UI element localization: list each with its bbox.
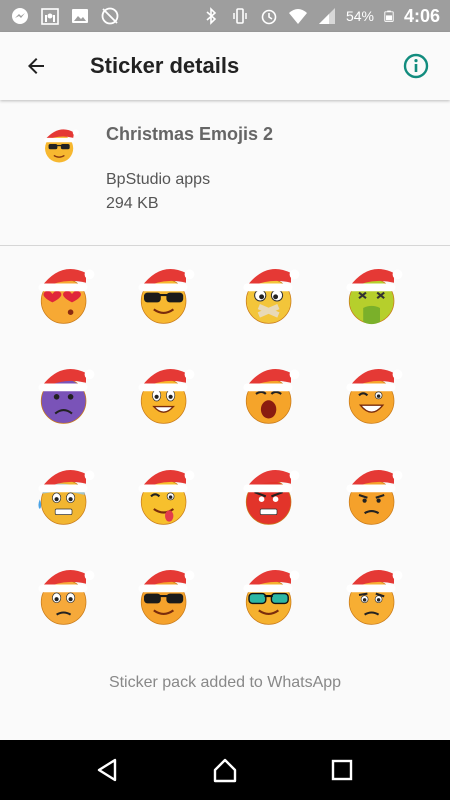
nav-home-button[interactable] (201, 746, 249, 794)
pack-publisher: BpStudio apps (106, 171, 211, 188)
nav-back-button[interactable] (84, 746, 132, 794)
arrow-left-icon (28, 58, 44, 74)
status-notifications (10, 6, 120, 26)
nav-recent-button[interactable] (318, 746, 366, 794)
image-icon (72, 9, 88, 23)
back-button[interactable] (8, 38, 64, 94)
sticker-confused[interactable] (338, 560, 408, 630)
sticker-sick-green[interactable] (338, 259, 408, 329)
info-circle-icon (403, 53, 429, 79)
messenger-icon (12, 8, 28, 24)
square-recent-icon (331, 759, 352, 781)
status-system: 54% 4:06 (201, 6, 440, 27)
status-bar: 54% 4:06 (0, 0, 450, 32)
sticker-worried[interactable] (30, 560, 100, 630)
bluetooth-icon (206, 7, 217, 25)
app-bar: Sticker details (0, 32, 450, 100)
battery-percent: 54% (345, 8, 374, 24)
mosque-icon (41, 8, 59, 25)
pack-size: 294 KB (106, 195, 159, 212)
clock: 4:06 (403, 5, 440, 26)
sticker-tongue-out[interactable] (130, 460, 200, 530)
triangle-back-icon (98, 758, 117, 782)
sticker-taped-mouth[interactable] (235, 259, 305, 329)
globe-off-icon (101, 7, 119, 25)
navigation-bar (0, 740, 450, 800)
home-icon (213, 758, 237, 783)
sticker-frown[interactable] (338, 460, 408, 530)
sticker-heart-eyes[interactable] (30, 259, 100, 329)
sticker-teal-shades[interactable] (235, 560, 305, 630)
sticker-wink-laugh[interactable] (338, 359, 408, 429)
sticker-grid (0, 247, 450, 657)
info-button[interactable] (394, 44, 438, 88)
sticker-screaming[interactable] (235, 359, 305, 429)
page-title: Sticker details (90, 53, 240, 78)
vibrate-icon (233, 8, 247, 24)
signal-icon (318, 8, 335, 24)
alarm-icon (261, 9, 277, 25)
pack-name: Christmas Emojis 2 (106, 124, 274, 144)
wifi-icon (288, 9, 307, 24)
sticker-angry-red[interactable] (235, 460, 305, 530)
sticker-purple-sad[interactable] (30, 359, 100, 429)
pack-header: Christmas Emojis 2 BpStudio apps 294 KB (0, 100, 450, 246)
sticker-black-shades[interactable] (130, 560, 200, 630)
battery-icon (384, 10, 394, 22)
sticker-smile-teeth[interactable] (130, 359, 200, 429)
status-message: Sticker pack added to WhatsApp (108, 674, 342, 691)
pack-tray-icon (44, 129, 79, 163)
sticker-sunglasses[interactable] (130, 259, 200, 329)
sticker-cold-sweat[interactable] (30, 460, 100, 530)
